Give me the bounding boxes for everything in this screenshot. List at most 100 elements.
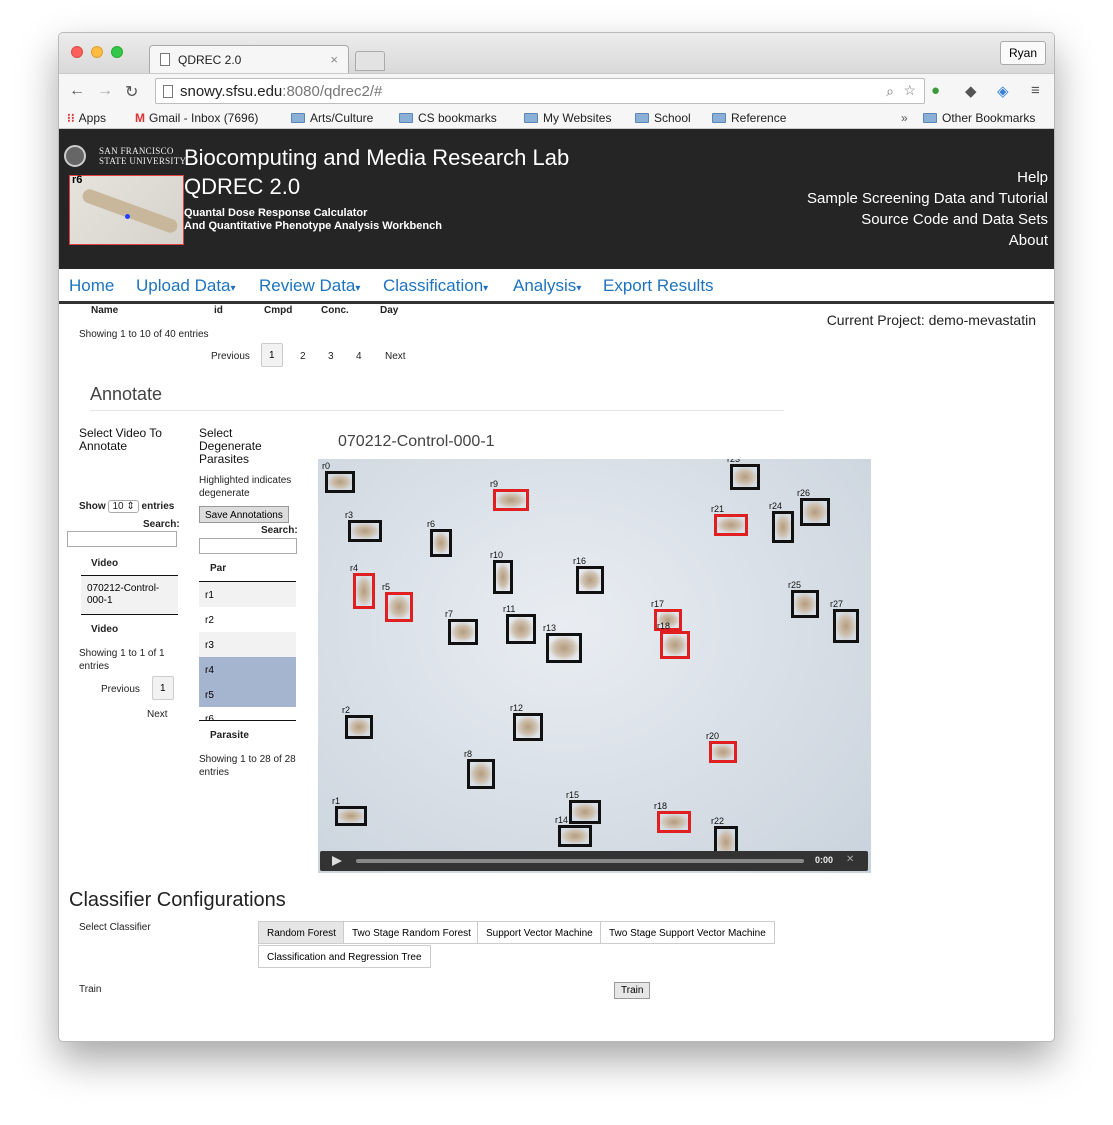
- parasite-row-r4[interactable]: r4: [199, 657, 296, 682]
- region-box-r16[interactable]: [576, 566, 604, 594]
- play-icon[interactable]: [332, 856, 342, 866]
- region-box-r3[interactable]: [348, 520, 382, 542]
- video-header[interactable]: Video: [91, 558, 118, 569]
- region-box-r0[interactable]: [325, 471, 355, 493]
- col-id[interactable]: id: [214, 305, 223, 316]
- page-icon: [160, 53, 170, 66]
- random-forest-button[interactable]: Random Forest: [258, 921, 345, 944]
- svm-button[interactable]: Support Vector Machine: [477, 921, 602, 944]
- region-box-r13[interactable]: [546, 633, 582, 663]
- region-box-r27[interactable]: [833, 609, 859, 643]
- col-cmpd[interactable]: Cmpd: [264, 305, 292, 316]
- region-box-r7[interactable]: [448, 619, 478, 645]
- source-code-link[interactable]: Source Code and Data Sets: [807, 209, 1048, 230]
- save-annotations-button[interactable]: Save Annotations: [199, 506, 289, 523]
- dropbox-icon[interactable]: ◈: [997, 82, 1009, 100]
- region-box-r18[interactable]: [660, 631, 690, 659]
- help-link[interactable]: Help: [807, 167, 1048, 188]
- menu-home[interactable]: Home: [69, 276, 114, 296]
- zoom-search-icon[interactable]: ⌕: [886, 83, 894, 100]
- region-box-r21[interactable]: [714, 514, 748, 536]
- video-player[interactable]: r0 r1 r2 r3 r4 r5 r6 r7 r8 r9 r10 r11 r12 r13 r14 r15 r1…: [318, 459, 871, 873]
- bookmark-cs[interactable]: CS bookmarks: [399, 111, 497, 125]
- region-box-r12[interactable]: [513, 713, 543, 741]
- reload-icon[interactable]: ↻: [125, 82, 138, 102]
- parasite-row-r3[interactable]: r3: [199, 632, 296, 657]
- region-box-r11[interactable]: [506, 614, 536, 644]
- dataset-page-4[interactable]: 4: [356, 351, 362, 362]
- tutorial-link[interactable]: Sample Screening Data and Tutorial: [807, 188, 1048, 209]
- entries-select[interactable]: 10 ⇕: [108, 500, 139, 513]
- bookmark-reference[interactable]: Reference: [712, 111, 786, 125]
- region-box-r25[interactable]: [791, 590, 819, 618]
- evernote-icon[interactable]: ◆: [965, 82, 977, 100]
- back-arrow-icon[interactable]: ←: [69, 82, 85, 100]
- close-window-button[interactable]: [71, 46, 83, 58]
- region-box-r18[interactable]: [657, 811, 691, 833]
- dataset-prev[interactable]: Previous: [211, 351, 250, 362]
- col-day[interactable]: Day: [380, 305, 398, 316]
- user-profile-button[interactable]: Ryan: [999, 41, 1046, 65]
- dataset-page-3[interactable]: 3: [328, 351, 334, 362]
- parasite-header[interactable]: Par: [210, 563, 226, 574]
- region-box-r14[interactable]: [558, 825, 592, 847]
- cart-button[interactable]: Classification and Regression Tree: [258, 945, 431, 968]
- parasite-row-r2[interactable]: r2: [199, 607, 296, 632]
- video-prev[interactable]: Previous: [101, 684, 140, 695]
- region-box-r4[interactable]: [353, 573, 375, 609]
- dataset-page-2[interactable]: 2: [300, 351, 306, 362]
- bookmark-arts-culture[interactable]: Arts/Culture: [291, 111, 373, 125]
- region-box-r6[interactable]: [430, 529, 452, 557]
- new-tab-button[interactable]: [355, 51, 385, 71]
- col-name[interactable]: Name: [91, 305, 118, 316]
- region-box-r24[interactable]: [772, 511, 794, 543]
- mute-icon[interactable]: ✕: [846, 854, 854, 865]
- train-button[interactable]: Train: [614, 982, 651, 999]
- extension-green-icon[interactable]: ●: [931, 82, 940, 99]
- minimize-window-button[interactable]: [91, 46, 103, 58]
- region-box-r2[interactable]: [345, 715, 373, 739]
- bookmark-school[interactable]: School: [635, 111, 691, 125]
- video-search-input[interactable]: [67, 531, 177, 547]
- address-bar[interactable]: snowy.sfsu.edu:8080/qdrec2/# ⌕ ☆: [155, 78, 925, 104]
- dataset-next[interactable]: Next: [385, 351, 406, 362]
- menu-analysis[interactable]: Analysis▾: [513, 276, 581, 296]
- star-icon[interactable]: ☆: [903, 82, 916, 99]
- region-box-r8[interactable]: [467, 759, 495, 789]
- close-tab-icon[interactable]: ×: [330, 52, 338, 67]
- menu-classification[interactable]: Classification▾: [383, 276, 488, 296]
- zoom-window-button[interactable]: [111, 46, 123, 58]
- dataset-page-1[interactable]: 1: [261, 343, 283, 367]
- region-box-r5[interactable]: [385, 592, 413, 622]
- about-link[interactable]: About: [807, 230, 1048, 251]
- region-box-r26[interactable]: [800, 498, 830, 526]
- bookmark-apps[interactable]: ⁝⁝ Apps: [67, 111, 106, 125]
- progress-track[interactable]: [356, 859, 804, 863]
- region-box-r23[interactable]: [730, 464, 760, 490]
- region-box-r10[interactable]: [493, 560, 513, 594]
- bookmark-other[interactable]: Other Bookmarks: [923, 111, 1035, 125]
- menu-review-data[interactable]: Review Data▾: [259, 276, 360, 296]
- two-stage-svm-button[interactable]: Two Stage Support Vector Machine: [600, 921, 775, 944]
- parasite-row-r5[interactable]: r5: [199, 682, 296, 707]
- two-stage-random-forest-button[interactable]: Two Stage Random Forest: [343, 921, 480, 944]
- col-conc[interactable]: Conc.: [321, 305, 349, 316]
- region-box-r1[interactable]: [335, 806, 367, 826]
- parasite-row-r6[interactable]: r6: [199, 707, 296, 721]
- forward-arrow-icon[interactable]: →: [97, 82, 113, 100]
- menu-icon[interactable]: ≡: [1031, 82, 1040, 99]
- more-bookmarks-icon[interactable]: »: [901, 111, 908, 125]
- region-box-r9[interactable]: [493, 489, 529, 511]
- region-box-r20[interactable]: [709, 741, 737, 763]
- parasite-row-r1[interactable]: r1: [199, 582, 296, 607]
- video-next[interactable]: Next: [147, 709, 168, 720]
- parasite-search-input[interactable]: [199, 538, 297, 554]
- menu-export-results[interactable]: Export Results: [603, 276, 714, 296]
- bookmark-my-websites[interactable]: My Websites: [524, 111, 611, 125]
- video-row[interactable]: 070212-Control-000-1: [81, 575, 178, 615]
- video-page-1[interactable]: 1: [152, 676, 174, 700]
- region-box-r15[interactable]: [569, 800, 601, 824]
- bookmark-gmail[interactable]: M Gmail - Inbox (7696): [135, 111, 258, 125]
- browser-tab[interactable]: QDREC 2.0 ×: [149, 45, 349, 73]
- menu-upload-data[interactable]: Upload Data▾: [136, 276, 236, 296]
